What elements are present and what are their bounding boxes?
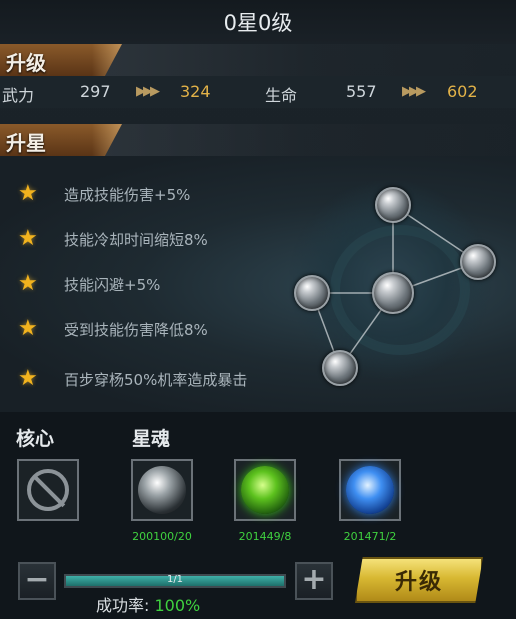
soul-slot-white[interactable] (131, 459, 193, 521)
star-node[interactable] (460, 244, 496, 280)
upgrade-section-label: 升级 (6, 51, 46, 75)
star-node[interactable] (322, 350, 358, 386)
star-bonus-text: 技能冷却时间缩短8% (64, 230, 208, 249)
star-upgrade-panel: 0星0级 升级 武力 297 ▶▶▶ 324 生命 557 ▶▶▶ 602 升星… (0, 0, 516, 619)
star-icon: ★ (18, 366, 38, 391)
upgrade-section-header: 升级 (0, 44, 516, 76)
life-label: 生命 (265, 86, 298, 105)
life-next: 602 (447, 82, 478, 101)
plus-button[interactable]: + (295, 562, 333, 600)
star-bonus-text: 受到技能伤害降低8% (64, 320, 208, 339)
star-bonus-text: 百步穿杨50%机率造成暴击 (64, 370, 248, 389)
star-bonus-text: 技能闪避+5% (64, 275, 161, 294)
souls-label: 星魂 (132, 428, 171, 450)
star-node[interactable] (372, 272, 414, 314)
life-current: 557 (346, 82, 377, 101)
success-rate-label: 成功率: (96, 596, 150, 615)
arrow-right-icon: ▶▶▶ (136, 84, 160, 99)
arrow-right-icon: ▶▶▶ (402, 84, 426, 99)
soul-count: 200100/20 (132, 530, 192, 543)
progress-text: 1/1 (166, 574, 184, 585)
core-label: 核心 (16, 428, 55, 450)
attack-current: 297 (80, 82, 111, 101)
core-slot[interactable] (17, 459, 79, 521)
star-section-header: 升星 (0, 124, 516, 156)
success-rate: 成功率: 100% (96, 592, 200, 616)
upgrade-button[interactable]: 升级 (355, 557, 483, 603)
constellation (255, 160, 515, 410)
list-item: ★ 技能冷却时间缩短8% (18, 225, 208, 253)
prohibited-icon (27, 469, 69, 511)
white-gem-icon (138, 466, 186, 514)
star-bonus-text: 造成技能伤害+5% (64, 185, 191, 204)
star-node[interactable] (294, 275, 330, 311)
soul-count: 201449/8 (238, 530, 292, 543)
blue-gem-icon (346, 466, 394, 514)
attack-next: 324 (180, 82, 211, 101)
minus-button[interactable]: − (18, 562, 56, 600)
star-icon: ★ (18, 226, 38, 251)
star-icon: ★ (18, 271, 38, 296)
success-rate-value: 100% (154, 596, 201, 615)
list-item: ★ 造成技能伤害+5% (18, 180, 190, 208)
soul-slot-blue[interactable] (339, 459, 401, 521)
star-node[interactable] (375, 187, 411, 223)
star-icon: ★ (18, 181, 38, 206)
list-item: ★ 受到技能伤害降低8% (18, 315, 208, 343)
star-section-label: 升星 (6, 131, 46, 155)
list-item: ★ 百步穿杨50%机率造成暴击 (18, 365, 247, 393)
progress-bar: 1/1 (64, 574, 286, 588)
soul-slot-green[interactable] (234, 459, 296, 521)
page-title: 0星0级 (0, 0, 516, 44)
stats-row: 武力 297 ▶▶▶ 324 生命 557 ▶▶▶ 602 (0, 76, 516, 108)
attack-label: 武力 (2, 86, 35, 105)
star-icon: ★ (18, 316, 38, 341)
list-item: ★ 技能闪避+5% (18, 270, 160, 298)
green-gem-icon (241, 466, 289, 514)
soul-count: 201471/2 (343, 530, 397, 543)
